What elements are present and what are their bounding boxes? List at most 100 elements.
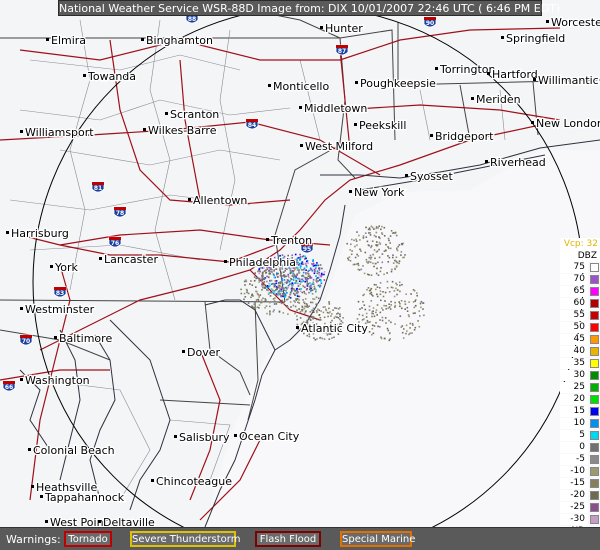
legend-level-label: 55 <box>560 310 588 321</box>
city-label: Willimantic <box>538 74 599 87</box>
radar-echo <box>393 290 396 292</box>
radar-echo <box>375 311 377 314</box>
radar-echo <box>319 316 322 319</box>
radar-echo <box>408 333 410 336</box>
legend-color-swatch <box>590 335 599 344</box>
radar-echo <box>375 284 377 286</box>
radar-echo <box>245 288 248 291</box>
flash-flood-warning-button[interactable]: Flash Flood <box>255 531 321 547</box>
radar-echo <box>360 250 362 252</box>
radar-echo <box>261 273 264 275</box>
severe-thunderstorm-warning-button[interactable]: Severe Thunderstorm <box>130 531 240 547</box>
radar-echo <box>371 315 373 318</box>
radar-echo <box>395 266 398 268</box>
city-label: Tappahannock <box>44 491 125 504</box>
legend-row: 10 <box>560 418 600 429</box>
radar-echo <box>396 247 398 250</box>
radar-echo <box>375 226 378 228</box>
radar-echo <box>373 234 376 237</box>
radar-echo <box>264 300 267 302</box>
city-label: Baltimore <box>59 332 112 345</box>
radar-echo <box>389 247 392 250</box>
radar-echo <box>322 311 325 314</box>
radar-echo <box>304 310 307 313</box>
legend-level-label: 35 <box>560 358 588 369</box>
radar-echo <box>388 303 390 305</box>
radar-echo <box>388 247 390 250</box>
radar-echo <box>306 280 308 282</box>
radar-echo <box>356 318 359 320</box>
radar-echo <box>315 275 317 277</box>
radar-echo <box>356 244 358 246</box>
radar-echo <box>369 321 371 323</box>
city-marker <box>54 336 57 339</box>
shield-number: 95 <box>303 246 311 253</box>
radar-echo <box>379 243 382 245</box>
radar-echo <box>279 293 282 295</box>
radar-echo <box>300 263 303 265</box>
radar-echo <box>268 273 271 275</box>
radar-echo <box>405 332 407 335</box>
radar-echo <box>305 288 308 291</box>
radar-echo <box>315 289 317 291</box>
radar-echo <box>278 292 280 294</box>
radar-echo <box>385 243 387 246</box>
city-marker <box>224 260 227 263</box>
city-marker <box>83 74 86 77</box>
radar-echo <box>280 294 282 297</box>
special-marine-warning-button[interactable]: Special Marine <box>340 531 415 547</box>
radar-echo <box>358 269 361 271</box>
radar-echo <box>371 333 373 336</box>
radar-echo <box>302 285 304 287</box>
radar-echo <box>292 275 294 277</box>
radar-echo <box>360 268 363 271</box>
radar-echo <box>391 280 394 283</box>
radar-echo <box>306 334 308 337</box>
radar-echo <box>407 314 410 316</box>
radar-echo <box>405 324 408 327</box>
radar-echo <box>370 256 373 259</box>
ocean <box>205 150 600 527</box>
radar-echo <box>275 286 278 288</box>
radar-echo <box>300 261 303 264</box>
radar-echo <box>298 299 300 301</box>
legend-row: -30 <box>560 514 600 525</box>
city-label: Salisbury <box>179 431 230 444</box>
legend-row: -25 <box>560 502 600 513</box>
radar-echo <box>369 254 372 257</box>
radar-echo <box>296 323 299 326</box>
radar-echo <box>385 249 387 252</box>
warnings-label: Warnings: <box>6 533 61 546</box>
radar-echo <box>281 299 283 302</box>
radar-echo <box>275 303 278 305</box>
radar-echo <box>261 285 264 288</box>
radar-echo <box>281 290 283 293</box>
legend-row: 35 <box>560 358 600 369</box>
radar-map[interactable]: 88 90 87 84 81 78 76 83 95 70 66 Elmira Binghamton H… <box>0 0 600 550</box>
radar-echo <box>369 228 371 231</box>
radar-echo <box>367 287 370 289</box>
radar-echo <box>361 314 364 317</box>
city-marker <box>182 350 185 353</box>
radar-echo <box>252 295 254 297</box>
radar-echo <box>375 309 378 311</box>
tornado-warning-button[interactable]: Tornado <box>64 531 112 547</box>
radar-echo <box>313 337 315 339</box>
legend-color-swatch <box>590 467 599 476</box>
radar-echo <box>305 266 308 268</box>
city-label: Atlantic City <box>301 322 368 335</box>
city-marker <box>45 520 48 523</box>
legend-color-swatch <box>590 287 599 296</box>
radar-echo <box>291 282 294 284</box>
radar-echo <box>312 264 314 266</box>
radar-echo <box>381 307 383 309</box>
radar-echo <box>263 287 266 289</box>
radar-echo <box>387 307 389 309</box>
legend-row: 5 <box>560 430 600 441</box>
radar-echo <box>258 272 260 275</box>
radar-echo <box>282 283 285 286</box>
radar-echo <box>289 301 292 303</box>
radar-echo <box>404 308 406 310</box>
radar-echo <box>312 316 315 318</box>
radar-echo <box>298 295 301 298</box>
